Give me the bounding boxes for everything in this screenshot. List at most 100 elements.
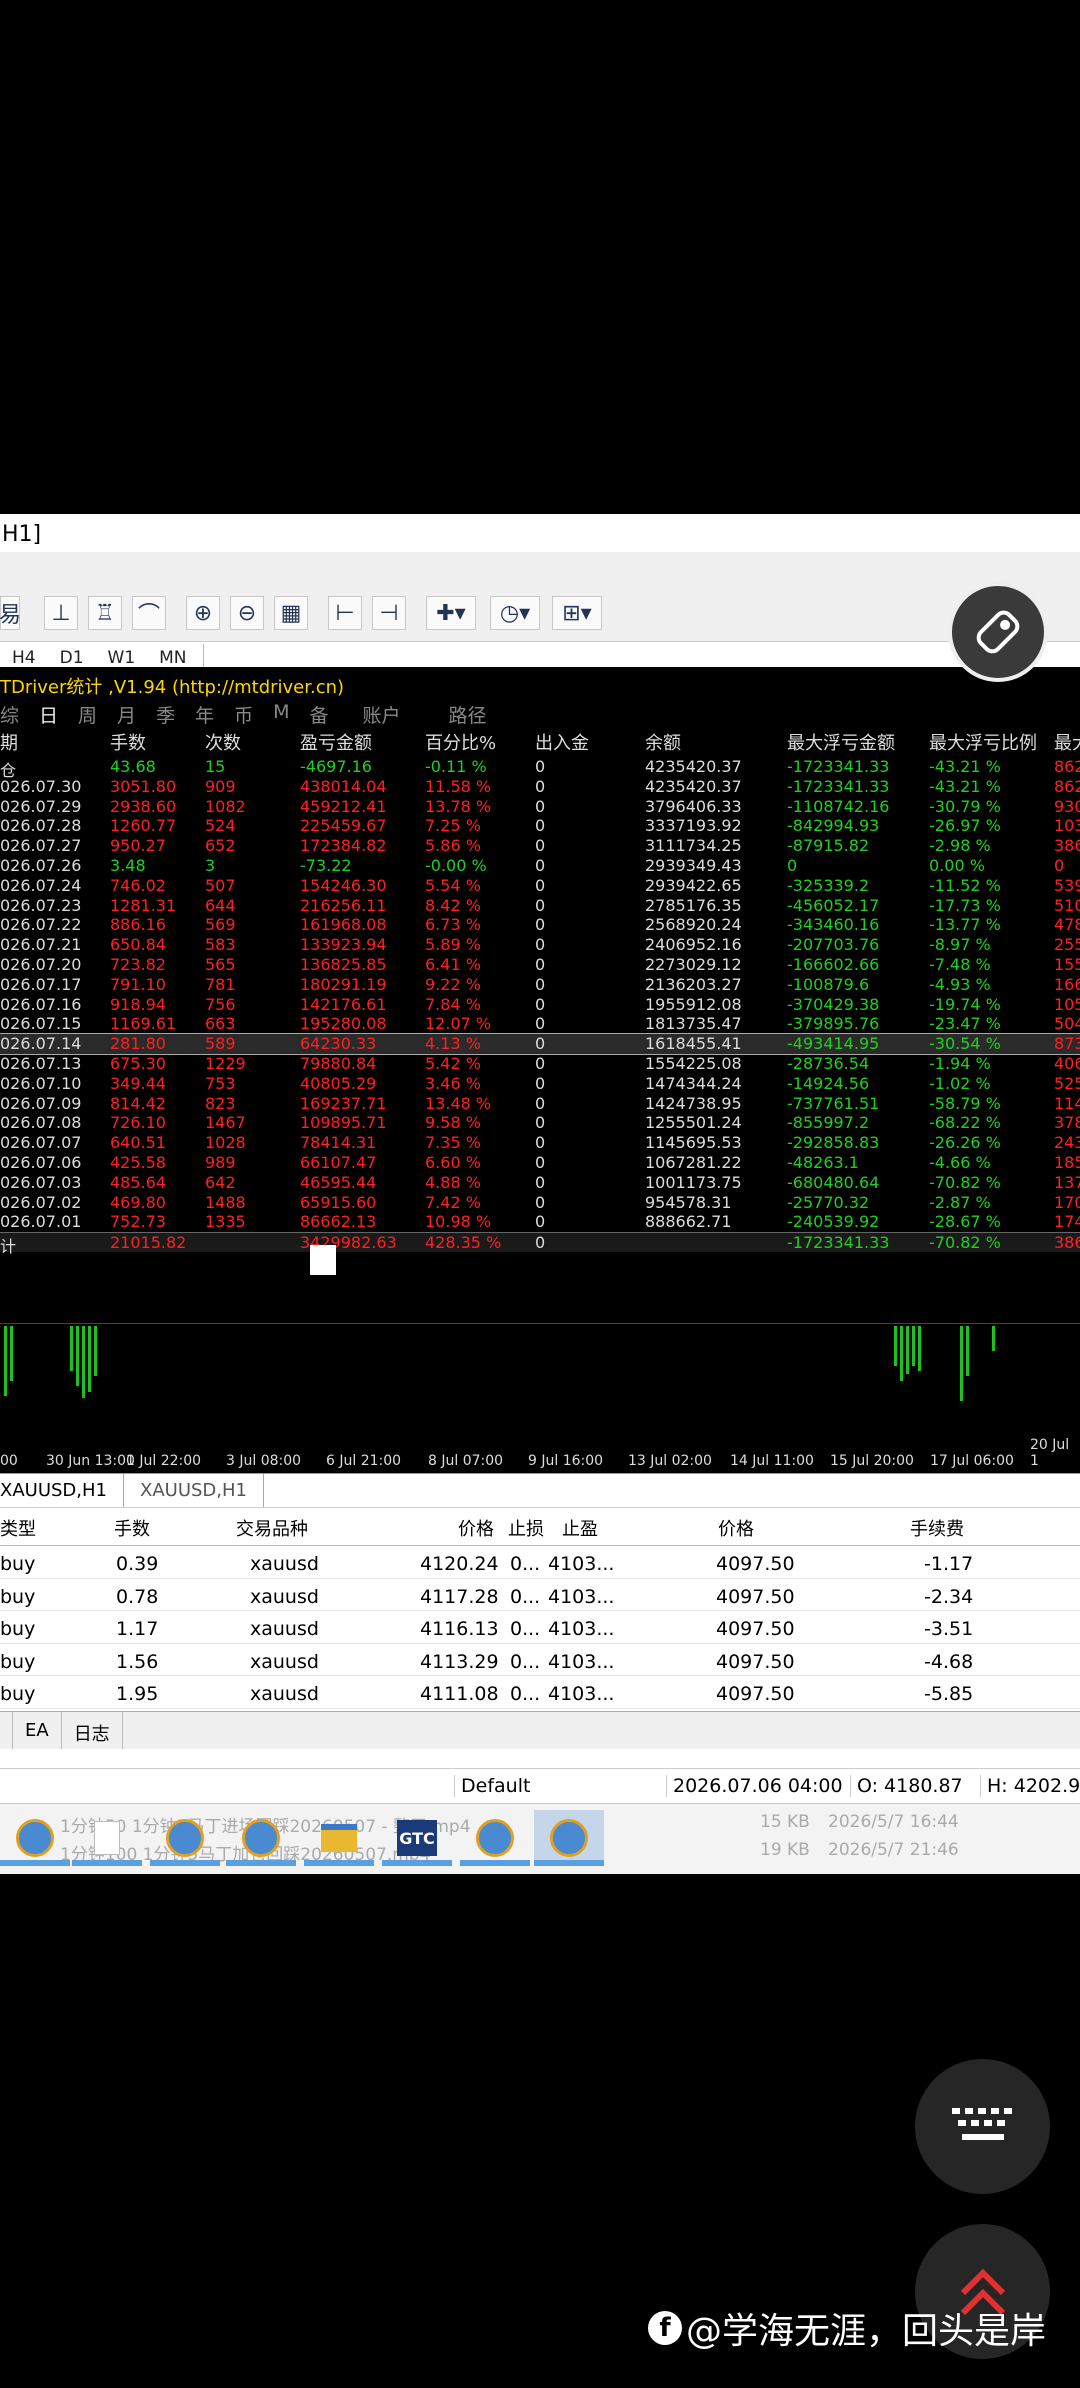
- stats-cell-pct: 8.42 %: [425, 895, 481, 915]
- stats-row[interactable]: 026.07.14 281.80 589 64230.33 4.13 % 0 1618455…: [0, 1033, 1080, 1055]
- stats-row[interactable]: 026.07.27 950.27 652 172384.82 5.86 % 0 311173…: [0, 836, 1080, 856]
- tag-floating-button[interactable]: [948, 582, 1048, 682]
- trade-icon[interactable]: 易: [0, 596, 21, 630]
- zoom-out-icon[interactable]: ⊖: [230, 596, 264, 630]
- stats-col-header[interactable]: 最大: [1054, 729, 1080, 755]
- templates-icon[interactable]: ⊞▾: [552, 596, 602, 630]
- keyboard-floating-button[interactable]: [915, 2059, 1050, 2194]
- stats-cell-lots: 752.73: [110, 1212, 166, 1232]
- stats-row[interactable]: 026.07.20 723.82 565 136825.85 6.41 % 0 227302…: [0, 955, 1080, 975]
- autoscroll-icon[interactable]: ⊢: [328, 596, 362, 630]
- indicators-icon[interactable]: ✚▾: [426, 596, 476, 630]
- stats-row[interactable]: 026.07.07 640.51 1028 78414.31 7.35 % 0 114569…: [0, 1133, 1080, 1153]
- tab-ea[interactable]: EA: [13, 1712, 62, 1749]
- mt4-app-icon[interactable]: [226, 1810, 296, 1866]
- file-explorer-icon[interactable]: [304, 1810, 374, 1866]
- stats-cell-pct: 6.41 %: [425, 954, 481, 974]
- stats-row[interactable]: 026.07.10 349.44 753 40805.29 3.46 % 0 1474344…: [0, 1074, 1080, 1094]
- stats-col-header[interactable]: 期: [0, 729, 100, 755]
- stats-col-header[interactable]: 手数: [110, 729, 200, 755]
- tab-month[interactable]: 月: [117, 697, 146, 727]
- col-sl[interactable]: 止损: [508, 1515, 544, 1541]
- tab-day[interactable]: 日: [39, 697, 68, 727]
- stats-row[interactable]: 026.07.02 469.80 1488 65915.60 7.42 % 0 954578…: [0, 1193, 1080, 1213]
- stats-cell-bal: 888662.71: [645, 1212, 732, 1232]
- stats-row[interactable]: 026.07.03 485.64 642 46595.44 4.88 % 0 1001173…: [0, 1173, 1080, 1193]
- stats-col-header[interactable]: 最大浮亏比例: [929, 729, 1039, 755]
- col-price[interactable]: 价格: [458, 1515, 494, 1541]
- stats-row[interactable]: 仓 43.68 15 -4697.16 -0.11 % 0 4235420.37 -17233…: [0, 757, 1080, 780]
- zoom-in-icon[interactable]: ⊕: [186, 596, 220, 630]
- stats-col-header[interactable]: 出入金: [535, 729, 615, 755]
- stats-row[interactable]: 026.07.16 918.94 756 142176.61 7.84 % 0 195591…: [0, 995, 1080, 1015]
- stats-cell-mx: 378: [1054, 1113, 1080, 1133]
- stats-row[interactable]: 026.07.28 1260.77 524 225459.67 7.25 % 0 33371…: [0, 816, 1080, 836]
- stats-row[interactable]: 026.07.13 675.30 1229 79880.84 5.42 % 0 155422…: [0, 1054, 1080, 1074]
- stats-row[interactable]: 026.07.06 425.58 989 66107.47 6.60 % 0 1067281…: [0, 1153, 1080, 1173]
- stats-row[interactable]: 026.07.22 886.16 569 161968.08 6.73 % 0 256892…: [0, 915, 1080, 935]
- tab-chart-xauusd-2[interactable]: XAUUSD,H1: [134, 1474, 264, 1507]
- stats-row[interactable]: 026.07.21 650.84 583 133923.94 5.89 % 0 240695…: [0, 935, 1080, 955]
- col-type[interactable]: 类型: [0, 1515, 36, 1541]
- mt4-app-icon-active[interactable]: [534, 1810, 604, 1866]
- order-row[interactable]: buy 0.39 xauusd 4120.24 0... 4103... 4097.50 -1…: [0, 1546, 1080, 1579]
- tab-account[interactable]: 账户: [363, 697, 411, 727]
- order-row[interactable]: buy 1.17 xauusd 4116.13 0... 4103... 4097.50 -3…: [0, 1611, 1080, 1644]
- stats-row[interactable]: 026.07.30 3051.80 909 438014.04 11.58 % 0 4235…: [0, 777, 1080, 797]
- tab-notes[interactable]: 备: [310, 697, 339, 727]
- background-file-size: 19 KB: [760, 1840, 810, 1860]
- tab-year[interactable]: 年: [195, 697, 224, 727]
- col-lots[interactable]: 手数: [114, 1515, 150, 1541]
- mt4-app-icon[interactable]: [0, 1810, 70, 1866]
- stats-cell-lots: 3051.80: [110, 776, 177, 796]
- chart-shift-icon[interactable]: ⊣: [372, 596, 406, 630]
- stats-cell-mfa: -1723341.33: [787, 757, 890, 776]
- order-row[interactable]: buy 1.95 xauusd 4111.08 0... 4103... 4097.50 -5…: [0, 1676, 1080, 1709]
- stats-row[interactable]: 026.07.09 814.42 823 169237.71 13.48 % 0 14247…: [0, 1094, 1080, 1114]
- col-symbol[interactable]: 交易品种: [236, 1515, 308, 1541]
- periods-clock-icon[interactable]: ◷▾: [490, 596, 540, 630]
- tab-journal[interactable]: 日志: [62, 1712, 123, 1749]
- order-cell-sl: 0...: [510, 1553, 541, 1575]
- col-fee[interactable]: 手续费: [910, 1515, 964, 1541]
- stats-row[interactable]: 026.07.01 752.73 1335 86662.13 10.98 % 0 88866…: [0, 1212, 1080, 1232]
- tab-week[interactable]: 周: [78, 697, 107, 727]
- stats-col-header[interactable]: 最大浮亏金额: [787, 729, 907, 755]
- stats-row[interactable]: 026.07.23 1281.31 644 216256.11 8.42 % 0 27851…: [0, 896, 1080, 916]
- order-cell-sl: 0...: [510, 1650, 541, 1673]
- col-tp[interactable]: 止盈: [562, 1515, 598, 1541]
- stats-cell-count: 565: [205, 954, 236, 974]
- stats-row[interactable]: 026.07.15 1169.61 663 195280.08 12.07 % 0 1813…: [0, 1014, 1080, 1034]
- stats-row[interactable]: 026.07.29 2938.60 1082 459212.41 13.78 % 0 379…: [0, 797, 1080, 817]
- candlestick-icon[interactable]: ♖: [88, 596, 122, 630]
- tab-chart-xauusd-1[interactable]: XAUUSD,H1: [0, 1474, 124, 1507]
- mt4-app-icon[interactable]: [460, 1810, 530, 1866]
- stats-cell-bal: 1424738.95: [645, 1093, 742, 1113]
- gtc-app-icon[interactable]: GTC: [382, 1810, 452, 1866]
- tab-summary[interactable]: 综: [0, 697, 29, 727]
- tab-quarter[interactable]: 季: [156, 697, 185, 727]
- mt4-app-icon[interactable]: [150, 1810, 220, 1866]
- stats-row[interactable]: 026.07.17 791.10 781 180291.19 9.22 % 0 213620…: [0, 975, 1080, 995]
- stats-cell-lots: 485.64: [110, 1172, 166, 1192]
- tab-path[interactable]: 路径: [449, 697, 497, 727]
- file-app-icon[interactable]: [72, 1810, 142, 1866]
- tile-windows-icon[interactable]: ▦: [274, 596, 308, 630]
- stats-total-row[interactable]: 计 21015.82 3429982.63 428.35 % 0 -1723341.33-…: [0, 1232, 1080, 1256]
- stats-col-header[interactable]: 盈亏金额: [300, 729, 410, 755]
- bar-chart-icon[interactable]: ⊥: [44, 596, 78, 630]
- tab-currency[interactable]: 币: [234, 697, 263, 727]
- stats-col-header[interactable]: 百分比%: [425, 729, 525, 755]
- col-current-price[interactable]: 价格: [718, 1515, 754, 1541]
- stats-col-header[interactable]: 余额: [645, 729, 765, 755]
- order-row[interactable]: buy 0.78 xauusd 4117.28 0... 4103... 4097.50 -2…: [0, 1579, 1080, 1612]
- stats-row[interactable]: 026.07.24 746.02 507 154246.30 5.54 % 0 293942…: [0, 876, 1080, 896]
- stats-col-header[interactable]: 次数: [205, 729, 285, 755]
- line-chart-icon[interactable]: ⌒: [132, 596, 166, 630]
- stats-row[interactable]: 026.07.08 726.10 1467 109895.71 9.58 % 0 12555…: [0, 1113, 1080, 1133]
- order-cell-price: 4117.28: [420, 1585, 499, 1608]
- order-row[interactable]: buy 1.56 xauusd 4113.29 0... 4103... 4097.50 -4…: [0, 1644, 1080, 1677]
- stats-row[interactable]: 026.07.26 3.48 3 -73.22 -0.00 % 0 2939349.43 0 0…: [0, 856, 1080, 876]
- tab-magic[interactable]: M: [273, 697, 299, 727]
- stats-cell-bal: 4235420.37: [645, 776, 742, 796]
